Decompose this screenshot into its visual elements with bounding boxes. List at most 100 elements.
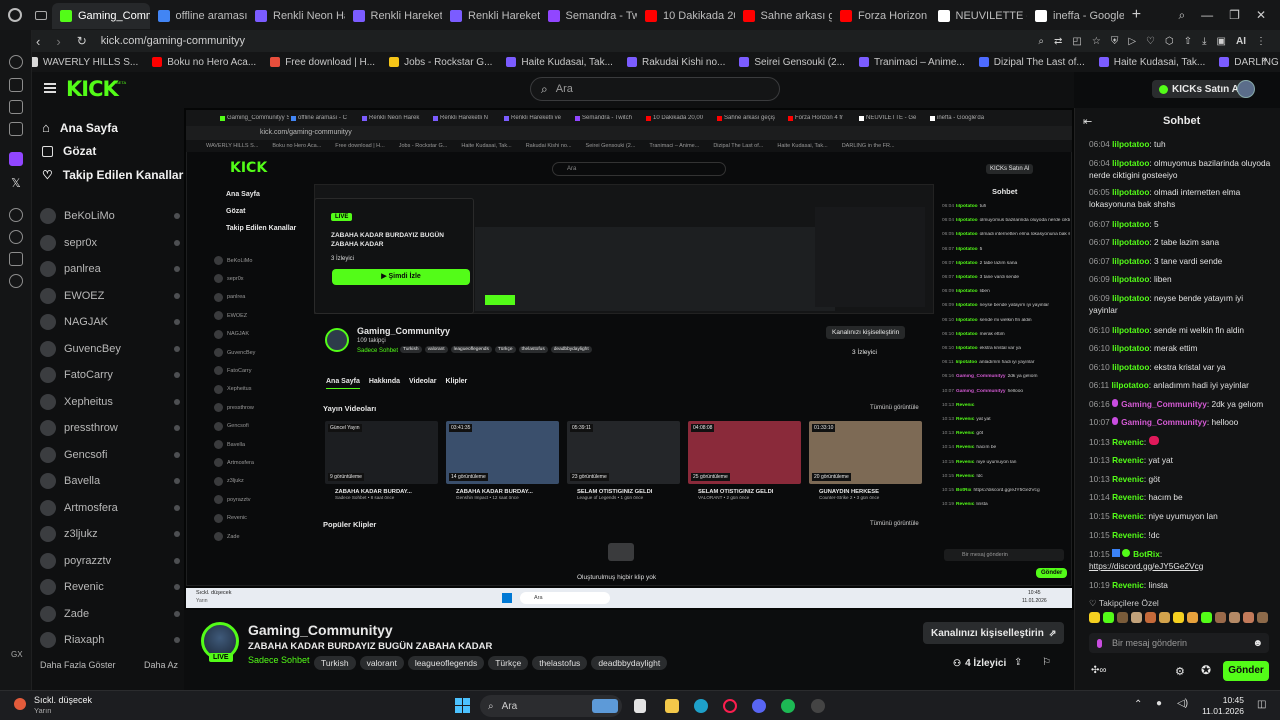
- sidebar-channel[interactable]: Gencsofi: [40, 446, 180, 463]
- weather-title[interactable]: Sıckl. düşecek: [34, 695, 92, 705]
- more-side-icon[interactable]: GX: [11, 650, 23, 659]
- mic-tray-icon[interactable]: ●: [1156, 698, 1162, 709]
- chat-message[interactable]: 10:15 Revenic: niye uyumuyon lan: [1089, 511, 1271, 523]
- message-username[interactable]: lilpotatoo: [1112, 187, 1149, 197]
- reload-icon[interactable]: ↻: [77, 34, 87, 48]
- chat-rules-icon[interactable]: ✣∞: [1091, 665, 1107, 676]
- message-username[interactable]: lilpotatoo: [1112, 158, 1149, 168]
- minimize-icon[interactable]: —: [1201, 8, 1213, 23]
- chat-message[interactable]: 06:04 lilpotatoo: olmuyomus bazilarinda …: [1089, 158, 1271, 181]
- browser-tab[interactable]: 10 Dakikada 20,00: [637, 3, 735, 29]
- message-username[interactable]: lilpotatoo: [1112, 325, 1149, 335]
- url-field[interactable]: kick.com/gaming-communityy: [101, 35, 245, 47]
- chat-message[interactable]: 10:15 Revenic: !dc: [1089, 530, 1271, 542]
- chat-message[interactable]: 06:05 lilpotatoo: olmadi internetten elm…: [1089, 187, 1271, 210]
- emoji-icon[interactable]: ☻: [1252, 638, 1263, 649]
- forward-icon[interactable]: ›: [56, 34, 60, 49]
- bookmark-item[interactable]: Dizipal The Last of...: [978, 57, 1085, 68]
- message-username[interactable]: Revenic: [1112, 530, 1144, 540]
- emote-icon[interactable]: [1229, 612, 1240, 623]
- nav-browse[interactable]: Gözat: [42, 144, 96, 158]
- chat-message[interactable]: 10:07 Gaming_Communityy: hellooo: [1089, 417, 1271, 429]
- message-username[interactable]: lilpotatoo: [1112, 219, 1149, 229]
- chat-input[interactable]: Bir mesaj gönderin ☻: [1089, 633, 1269, 653]
- history-icon[interactable]: [9, 55, 23, 69]
- browser-tab[interactable]: Renkli Hareketli ve: [442, 3, 540, 29]
- sidebar-channel[interactable]: BeKoLiMo: [40, 208, 180, 224]
- clock[interactable]: 10:45: [1204, 695, 1244, 705]
- ai-button[interactable]: AI: [1236, 36, 1246, 47]
- chat-message[interactable]: 06:07 lilpotatoo: 2 tabe lazim sana: [1089, 237, 1271, 249]
- emote-icon[interactable]: [1159, 612, 1170, 623]
- browser-tab[interactable]: Gaming_Communityy Stre: [52, 3, 150, 29]
- chat-message[interactable]: 06:04 lilpotatoo: tuh: [1089, 139, 1271, 151]
- emote-icon[interactable]: [1131, 612, 1142, 623]
- channel-name[interactable]: Gaming_Communityy: [248, 622, 393, 638]
- sidebar-channel[interactable]: EWOEZ: [40, 287, 180, 304]
- message-username[interactable]: Revenic: [1112, 492, 1144, 502]
- message-username[interactable]: Gaming_Communityy: [1121, 417, 1207, 427]
- chat-message[interactable]: 10:13 Revenic: yat yat: [1089, 455, 1271, 467]
- options-icon[interactable]: ⚐: [1042, 657, 1051, 668]
- browser-tab[interactable]: Semandra - Twitch: [540, 3, 637, 29]
- emote-icon[interactable]: [1215, 612, 1226, 623]
- sidebar-channel[interactable]: Zade: [40, 605, 180, 622]
- wallet-side-icon[interactable]: [9, 78, 23, 92]
- show-less-button[interactable]: Daha Az: [144, 660, 178, 670]
- bookmark-item[interactable]: DARLING in the FR...: [1219, 57, 1280, 68]
- date[interactable]: 11.01.2026: [1190, 706, 1244, 716]
- emote-icon[interactable]: [1103, 612, 1114, 623]
- weather-icon[interactable]: [14, 698, 26, 710]
- channel-tag[interactable]: valorant: [359, 656, 404, 670]
- sidebar-channel[interactable]: Xepheitus: [40, 393, 180, 410]
- message-username[interactable]: lilpotatoo: [1112, 139, 1149, 149]
- channel-tag[interactable]: leagueoflegends: [407, 656, 485, 670]
- settings-icon[interactable]: [9, 274, 23, 288]
- channel-tag[interactable]: deadbbydaylight: [591, 656, 668, 670]
- browser-tab[interactable]: NEUVILETTE - Ge: [930, 3, 1027, 29]
- sidebar-channel[interactable]: sepr0x: [40, 234, 180, 251]
- chat-message[interactable]: 06:11 lilpotatoo: anladımm hadi iyi yayi…: [1089, 380, 1271, 392]
- screenshot-icon[interactable]: ◰: [1072, 36, 1081, 47]
- browser-tab[interactable]: offline araması - C: [150, 3, 247, 29]
- share-icon[interactable]: ⇪: [1014, 657, 1022, 668]
- download-icon[interactable]: ⤓: [1202, 36, 1206, 47]
- message-username[interactable]: Gaming_Communityy: [1121, 399, 1207, 409]
- chat-message[interactable]: 10:19 Revenic: linsta: [1089, 580, 1271, 592]
- wallet-icon[interactable]: ▣: [1217, 36, 1226, 47]
- cube-icon[interactable]: [9, 252, 23, 266]
- emote-icon[interactable]: [1145, 612, 1156, 623]
- message-text[interactable]: https://discord.gg/eJY5Ge2Vcg: [1089, 561, 1271, 573]
- message-username[interactable]: BotRix: [1133, 549, 1160, 559]
- mic-icon[interactable]: [1097, 638, 1102, 648]
- bookmark-item[interactable]: Haite Kudasai, Tak...: [1098, 57, 1205, 68]
- volume-icon[interactable]: ◁): [1177, 698, 1188, 709]
- zoom-icon[interactable]: ⌕: [1038, 36, 1044, 47]
- channel-tag[interactable]: Turkish: [314, 656, 356, 670]
- close-icon[interactable]: ✕: [1256, 8, 1266, 23]
- sidebar-channel[interactable]: pressthrow: [40, 420, 180, 436]
- sidebar-channel[interactable]: Artmosfera: [40, 499, 180, 516]
- watch-now-button[interactable]: ▶ Şimdi İzle: [332, 269, 470, 285]
- sidebar-channel[interactable]: NAGJAK: [40, 314, 180, 330]
- emote-icon[interactable]: [1187, 612, 1198, 623]
- message-username[interactable]: lilpotatoo: [1112, 343, 1149, 353]
- chat-message[interactable]: 06:10 lilpotatoo: ekstra kristal var ya: [1089, 362, 1271, 374]
- search-input[interactable]: ⌕ Ara: [530, 77, 780, 101]
- emote-icon[interactable]: [1257, 612, 1268, 623]
- search-tabs-icon[interactable]: ⌕: [1178, 8, 1185, 23]
- emote-icon[interactable]: [1089, 612, 1100, 623]
- bookmark-icon[interactable]: ☆: [1092, 36, 1101, 47]
- start-icon[interactable]: [455, 698, 470, 713]
- chat-message[interactable]: 06:07 lilpotatoo: 3 tane vardi sende: [1089, 256, 1271, 268]
- notification-icon[interactable]: ◫: [1257, 699, 1266, 710]
- message-username[interactable]: Revenic: [1112, 580, 1144, 590]
- sidebar-channel[interactable]: Revenic: [40, 579, 180, 595]
- emote-icon[interactable]: [1173, 612, 1184, 623]
- chat-message[interactable]: 06:10 lilpotatoo: merak ettim: [1089, 343, 1271, 355]
- chat-settings-icon[interactable]: ⚙: [1175, 665, 1185, 678]
- translate-icon[interactable]: ⇄: [1054, 36, 1062, 47]
- tab-list-icon[interactable]: [30, 0, 52, 30]
- user-avatar[interactable]: [1237, 80, 1255, 98]
- browser-tab[interactable]: Renkli Hareketli N: [345, 3, 442, 29]
